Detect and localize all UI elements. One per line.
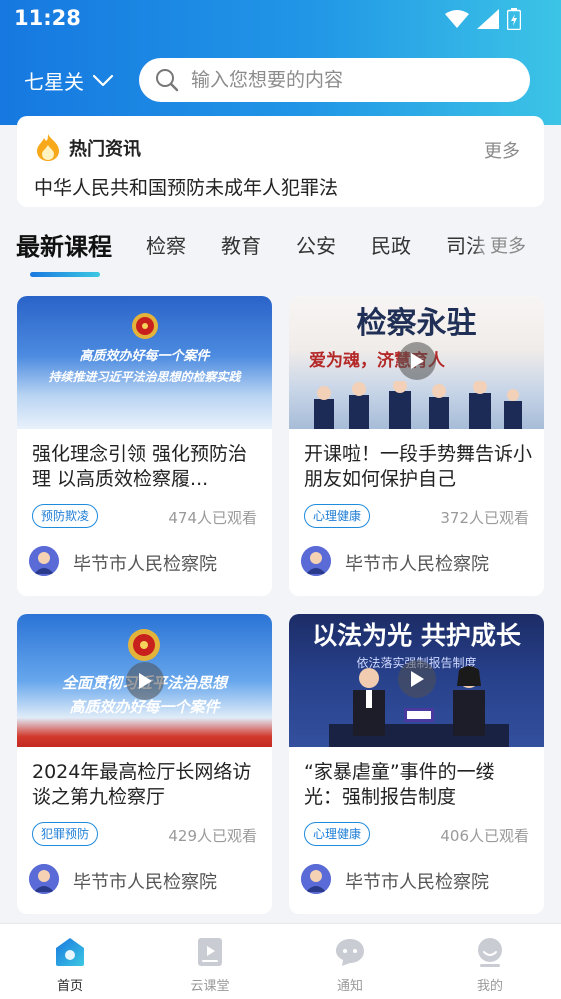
nav-home-label: 首页 — [56, 979, 83, 994]
course-title: 开课啦！一段手势舞告诉小朋友如何保护自己 — [304, 443, 532, 490]
thumbnail-caption-1: 以法为光 共护成长 — [312, 621, 521, 650]
nav-home[interactable]: 首页 — [30, 924, 110, 999]
course-card[interactable]: 以法为光 共护成长 依法落实强制报告制度 “家暴虐童”事件的一缕光：强制报告制度… — [289, 614, 544, 914]
course-card[interactable]: 全面贯彻习近平法治思想 高质效办好每一个案件 2024年最高检厅长网络访谈之第九… — [17, 614, 272, 914]
play-button[interactable] — [398, 660, 436, 698]
status-bar: 11:28 — [0, 0, 561, 40]
course-card[interactable]: 高质效办好每一个案件 持续推进习近平法治思想的检察实践 强化理念引领 强化预防治… — [17, 296, 272, 596]
tab-civil-affairs[interactable]: 民政 — [371, 230, 411, 259]
play-icon — [139, 673, 152, 689]
search-input[interactable] — [191, 69, 511, 91]
play-icon — [411, 671, 424, 687]
organization-name: 毕节市人民检察院 — [345, 872, 489, 893]
play-button[interactable] — [126, 662, 164, 700]
active-tab-indicator — [30, 272, 100, 277]
children-illustration — [309, 379, 524, 429]
avatar — [29, 864, 59, 894]
location-selector[interactable]: 七星关 — [24, 66, 114, 95]
signal-icon — [477, 9, 499, 29]
course-card[interactable]: 检察永驻 爱为魂，济慧育人 开课啦！一段手势舞告诉小朋友如何保护自己 心理健康 … — [289, 296, 544, 596]
play-icon — [411, 353, 424, 369]
wifi-icon — [445, 10, 469, 28]
organization-name: 毕节市人民检察院 — [345, 554, 489, 575]
status-time: 11:28 — [14, 6, 81, 30]
course-thumbnail: 以法为光 共护成长 依法落实强制报告制度 — [289, 614, 544, 747]
tab-public-security[interactable]: 公安 — [296, 230, 336, 259]
home-icon — [56, 938, 84, 966]
nav-cloud-class[interactable]: 云课堂 — [170, 924, 250, 999]
location-label: 七星关 — [24, 70, 84, 94]
hot-news-title: 热门资讯 — [69, 139, 141, 160]
course-title: “家暴虐童”事件的一缕光：强制报告制度 — [304, 761, 495, 808]
hot-news-more-link[interactable]: 更多 — [484, 137, 520, 163]
flame-icon — [37, 134, 59, 161]
nav-notifications-label: 通知 — [336, 979, 363, 994]
tab-procuratorate[interactable]: 检察 — [146, 230, 186, 259]
tabs-more-link[interactable]: 更多 — [472, 222, 561, 266]
profile-icon — [478, 938, 502, 967]
category-tabs: 最新课程 检察 教育 公安 民政 司法 更多 — [0, 220, 561, 280]
play-button[interactable] — [398, 342, 436, 380]
course-tag: 犯罪预防 — [32, 822, 99, 846]
course-tag: 心理健康 — [304, 822, 371, 846]
battery-icon — [507, 8, 521, 30]
organization-name: 毕节市人民检察院 — [73, 554, 217, 575]
course-thumbnail: 高质效办好每一个案件 持续推进习近平法治思想的检察实践 — [17, 296, 272, 429]
thumbnail-caption-2: 持续推进习近平法治思想的检察实践 — [48, 370, 241, 384]
search-icon — [156, 69, 179, 92]
video-class-icon — [198, 938, 222, 966]
national-emblem-icon — [132, 313, 158, 339]
course-title: 强化理念引领 强化预防治理 以高质效检察履... — [32, 443, 248, 490]
view-count: 474人已观看 — [168, 509, 257, 527]
course-thumbnail: 全面贯彻习近平法治思想 高质效办好每一个案件 — [17, 614, 272, 747]
course-title: 2024年最高检厅长网络访谈之第九检察厅 — [32, 761, 252, 808]
course-tag: 心理健康 — [304, 504, 371, 528]
thumbnail-caption-1: 检察永驻 — [356, 306, 477, 341]
hot-news-card[interactable]: 热门资讯 更多 中华人民共和国预防未成年人犯罪法 — [17, 116, 544, 207]
view-count: 429人已观看 — [168, 827, 257, 845]
message-icon — [336, 939, 364, 966]
nav-cloud-class-label: 云课堂 — [190, 979, 230, 994]
view-count: 372人已观看 — [440, 509, 529, 527]
chevron-down-icon — [92, 74, 114, 86]
nav-profile[interactable]: 我的 — [450, 924, 530, 999]
course-tag: 预防欺凌 — [32, 504, 99, 528]
hot-news-headline[interactable]: 中华人民共和国预防未成年人犯罪法 — [34, 173, 338, 200]
nav-notifications[interactable]: 通知 — [310, 924, 390, 999]
thumbnail-caption-1: 高质效办好每一个案件 — [79, 349, 210, 364]
search-box[interactable] — [139, 58, 530, 102]
avatar — [301, 546, 331, 576]
status-icons — [445, 8, 521, 30]
bottom-navigation: 首页 云课堂 通知 我的 — [0, 923, 561, 999]
tab-latest-courses[interactable]: 最新课程 — [16, 227, 112, 262]
nav-profile-label: 我的 — [476, 979, 503, 994]
course-thumbnail: 检察永驻 爱为魂，济慧育人 — [289, 296, 544, 429]
app-header: 11:28 七星关 — [0, 0, 561, 125]
avatar — [301, 864, 331, 894]
organization-name: 毕节市人民检察院 — [73, 872, 217, 893]
view-count: 406人已观看 — [440, 827, 529, 845]
national-emblem-icon — [128, 629, 160, 661]
tab-education[interactable]: 教育 — [221, 230, 261, 259]
avatar — [29, 546, 59, 576]
